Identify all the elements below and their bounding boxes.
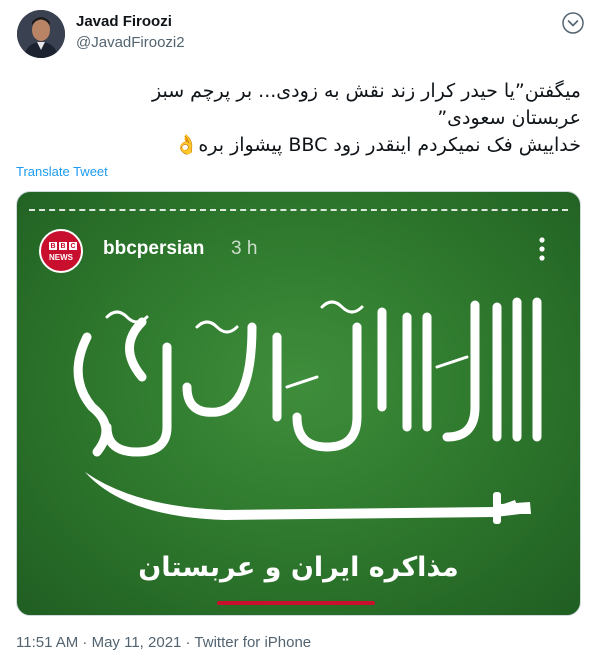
story-caption: مذاکره ایران و عربستان: [138, 552, 459, 583]
author-handle[interactable]: @JavadFiroozi2: [76, 34, 185, 51]
vertical-dots-icon: [539, 237, 545, 261]
tweet-text-line: میگفتن”یا حیدر کرار زند نقش به زودی... ب…: [151, 80, 581, 102]
bbc-news-logo: B B C NEWS: [39, 229, 83, 273]
story-username: bbcpersian: [103, 238, 205, 259]
sword-graphic: [85, 472, 531, 524]
author-avatar[interactable]: [17, 10, 65, 58]
more-options-icon[interactable]: [562, 12, 584, 34]
tweet-text-line: خداییش فک نمیکردم اینقدر زود BBC پیشواز …: [174, 134, 581, 156]
author-name[interactable]: Javad Firoozi: [76, 13, 172, 30]
logo-letter: B: [49, 242, 57, 250]
tweet-text-line: عربستان سعودی”: [437, 107, 581, 129]
tweet-media-image[interactable]: B B C NEWS bbcpersian 3 h مذاکره ایران و…: [16, 191, 581, 616]
story-time: 3 h: [231, 238, 258, 259]
logo-sub: NEWS: [49, 253, 73, 262]
story-progress-dashes: [29, 209, 568, 211]
logo-letter: B: [59, 242, 67, 250]
translate-tweet-link[interactable]: Translate Tweet: [16, 164, 108, 179]
caption-underline: [217, 601, 375, 605]
flag-calligraphy-graphic: [73, 297, 542, 457]
tweet-text: میگفتن”یا حیدر کرار زند نقش به زودی... ب…: [11, 78, 581, 159]
logo-letter: C: [69, 242, 77, 250]
tweet-card: Javad Firoozi @JavadFiroozi2 میگفتن”یا ح…: [0, 0, 597, 666]
tweet-timestamp[interactable]: 11:51 AM · May 11, 2021 · Twitter for iP…: [16, 634, 311, 651]
